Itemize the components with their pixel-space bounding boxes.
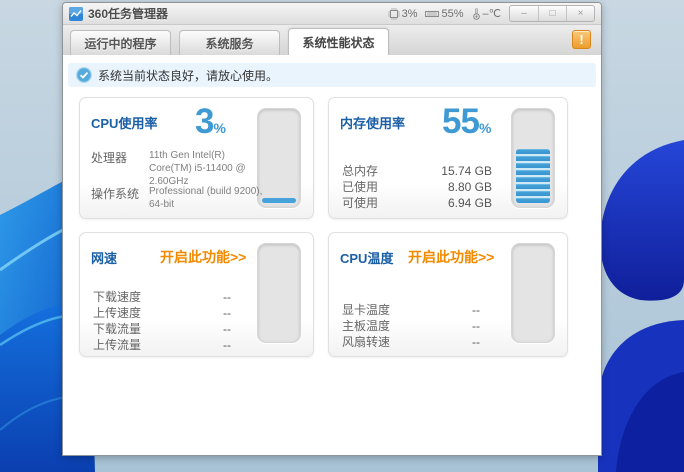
cpu-processor-label: 处理器 <box>91 151 128 165</box>
cpu-usage-value: 3% <box>195 102 226 141</box>
content-area: 系统当前状态良好，请放心使用。 CPU使用率 3% 处理器 11th Gen I… <box>63 55 601 455</box>
task-manager-window: 360任务管理器 3% 55% –℃ – □ × 运行中的程序 系统服务 系统性… <box>62 2 602 456</box>
download-speed-row: 下载速度 -- <box>93 290 231 304</box>
upload-traffic-row: 上传流量 -- <box>93 338 231 352</box>
titlebar-temp-stat: –℃ <box>472 7 501 20</box>
cpu-chip-icon <box>387 7 400 20</box>
temperature-stats: 显卡温度 -- 主板温度 -- 风扇转速 -- <box>342 303 480 350</box>
memory-usage-value: 55% <box>442 102 492 141</box>
upload-speed-row: 上传速度 -- <box>93 306 231 320</box>
cpu-panel-title: CPU使用率 <box>91 116 158 131</box>
memory-stats: 总内存 15.74 GB 已使用 8.80 GB 可使用 6.94 GB <box>342 164 492 211</box>
titlebar-cpu-stat: 3% <box>387 7 418 20</box>
check-circle-icon <box>76 67 92 83</box>
titlebar[interactable]: 360任务管理器 3% 55% –℃ – □ × <box>63 3 601 25</box>
cpu-os-value: Professional (build 9200), 64-bit <box>149 186 263 210</box>
cpu-os-label: 操作系统 <box>91 187 140 201</box>
network-enable-link[interactable]: 开启此功能>> <box>160 247 246 267</box>
titlebar-temp-value: –℃ <box>482 8 501 20</box>
cpu-usage-panel: CPU使用率 3% 处理器 11th Gen Intel(R) Core(TM)… <box>79 97 314 219</box>
app-icon <box>69 6 83 21</box>
network-speed-panel: 网速 开启此功能>> 下载速度 -- 上传速度 -- 下载流量 -- 上传流量 … <box>79 232 314 357</box>
memory-used-row: 已使用 8.80 GB <box>342 180 492 194</box>
memory-available-row: 可使用 6.94 GB <box>342 196 492 210</box>
motherboard-temp-row: 主板温度 -- <box>342 319 480 333</box>
memory-usage-panel: 内存使用率 55% 总内存 15.74 GB 已使用 8.80 GB 可使用 6… <box>328 97 568 219</box>
network-gauge <box>257 243 301 343</box>
thermometer-icon <box>472 8 480 20</box>
ram-icon <box>425 10 440 17</box>
tab-system-performance[interactable]: 系统性能状态 <box>288 28 389 55</box>
window-title: 360任务管理器 <box>88 7 169 21</box>
network-stats: 下载速度 -- 上传速度 -- 下载流量 -- 上传流量 -- <box>93 290 231 353</box>
close-button[interactable]: × <box>566 6 594 21</box>
system-status-banner: 系统当前状态良好，请放心使用。 <box>68 63 596 87</box>
fan-speed-row: 风扇转速 -- <box>342 335 480 349</box>
window-controls: – □ × <box>509 5 595 22</box>
titlebar-memory-value: 55% <box>441 7 464 20</box>
tab-running-programs[interactable]: 运行中的程序 <box>70 30 171 55</box>
alert-button[interactable]: ! <box>572 30 591 49</box>
cpu-os-row: 操作系统 Professional (build 9200), 64-bit <box>91 185 269 211</box>
tabbar: 运行中的程序 系统服务 系统性能状态 ! <box>63 25 601 55</box>
minimize-button[interactable]: – <box>510 6 538 21</box>
cpu-temperature-panel: CPU温度 开启此功能>> 显卡温度 -- 主板温度 -- 风扇转速 -- <box>328 232 568 357</box>
desktop: 360任务管理器 3% 55% –℃ – □ × 运行中的程序 系统服务 系统性… <box>0 0 684 472</box>
titlebar-status: 3% 55% –℃ <box>387 7 501 20</box>
titlebar-memory-stat: 55% <box>425 7 464 20</box>
gpu-temp-row: 显卡温度 -- <box>342 303 480 317</box>
cpu-processor-row: 处理器 11th Gen Intel(R) Core(TM) i5-11400 … <box>91 149 269 188</box>
maximize-button[interactable]: □ <box>538 6 566 21</box>
memory-gauge <box>511 108 555 208</box>
memory-gauge-fill <box>516 149 550 203</box>
titlebar-cpu-value: 3% <box>401 7 418 20</box>
status-message: 系统当前状态良好，请放心使用。 <box>98 68 279 83</box>
cpu-processor-value: 11th Gen Intel(R) Core(TM) i5-11400 @ 2.… <box>149 150 246 187</box>
temperature-panel-title: CPU温度 <box>340 251 394 266</box>
memory-panel-title: 内存使用率 <box>340 116 406 131</box>
network-panel-title: 网速 <box>91 251 118 266</box>
temperature-enable-link[interactable]: 开启此功能>> <box>408 247 494 267</box>
memory-total-row: 总内存 15.74 GB <box>342 164 492 178</box>
tab-system-services[interactable]: 系统服务 <box>179 30 280 55</box>
download-traffic-row: 下载流量 -- <box>93 322 231 336</box>
temperature-gauge <box>511 243 555 343</box>
